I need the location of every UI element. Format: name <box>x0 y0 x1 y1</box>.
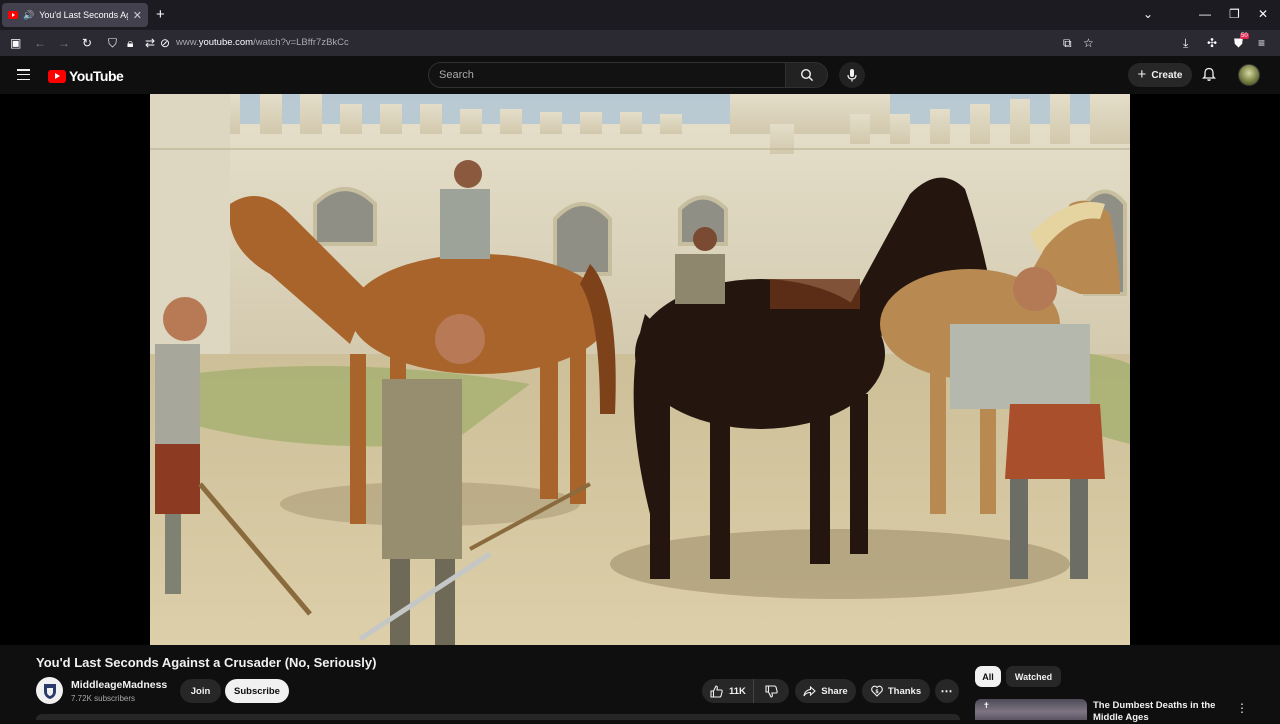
app-menu-icon[interactable]: ≡ <box>1258 36 1265 50</box>
permissions-icon[interactable]: ⇄ <box>145 36 155 50</box>
comment-area-edge <box>36 714 960 720</box>
join-label: Join <box>190 685 211 697</box>
subscribe-label: Subscribe <box>234 685 280 697</box>
channel-crest-icon <box>43 683 56 699</box>
extensions-icon[interactable]: ✣ <box>1207 36 1217 50</box>
video-player[interactable] <box>0 94 1280 645</box>
recommended-menu-icon[interactable]: ⋮ <box>1236 701 1248 715</box>
share-button[interactable]: Share <box>795 679 856 703</box>
search-icon <box>800 68 813 82</box>
browser-nav-bar: ▣ ← → ↻ ⛉ 🔒︎ ⇄ ⊘ www.youtube.com/watch?v… <box>0 30 1280 56</box>
video-frame[interactable] <box>150 94 1130 645</box>
account-avatar[interactable] <box>1238 64 1260 86</box>
restore-icon[interactable]: ❐ <box>1229 7 1240 21</box>
lock-icon[interactable]: 🔒︎ <box>127 36 133 50</box>
thanks-button[interactable]: $ Thanks <box>862 679 930 703</box>
youtube-logo[interactable]: YouTube <box>48 68 124 84</box>
join-button[interactable]: Join <box>180 679 221 703</box>
share-label: Share <box>821 685 848 697</box>
chip-all[interactable]: All <box>975 666 1001 687</box>
dislike-button[interactable] <box>754 684 789 698</box>
thumbs-down-icon <box>765 684 778 698</box>
channel-name[interactable]: MiddleageMadness <box>71 679 167 691</box>
create-label: Create <box>1151 69 1183 81</box>
chip-all-label: All <box>982 671 994 682</box>
tracking-shield-icon[interactable]: ⛉ <box>108 36 117 50</box>
youtube-header: YouTube + Create <box>0 56 1280 94</box>
thanks-heart-icon: $ <box>871 685 883 697</box>
guide-menu-icon[interactable] <box>17 69 30 80</box>
create-button[interactable]: + Create <box>1128 63 1192 87</box>
new-tab-button[interactable]: + <box>156 6 165 23</box>
url-path: /watch?v=LBffr7zBkCc <box>253 37 349 48</box>
like-dislike-group: 11K <box>702 679 789 703</box>
recommended-title[interactable]: The Dumbest Deaths in the Middle Ages <box>1093 700 1223 724</box>
close-window-icon[interactable]: ✕ <box>1258 7 1268 21</box>
back-icon[interactable]: ← <box>34 36 46 50</box>
reload-icon[interactable]: ↻ <box>82 36 92 50</box>
address-bar[interactable]: www.youtube.com/watch?v=LBffr7zBkCc <box>176 37 349 48</box>
voice-search-button[interactable] <box>839 62 865 88</box>
notifications-bell-icon[interactable] <box>1202 67 1216 82</box>
chip-watched-label: Watched <box>1014 671 1053 682</box>
more-actions-button[interactable]: ⋯ <box>935 679 959 703</box>
sidebar-toggle-icon[interactable]: ▣ <box>10 36 21 50</box>
more-horizontal-icon: ⋯ <box>940 684 954 698</box>
search-button[interactable] <box>786 62 828 88</box>
minimize-icon[interactable]: — <box>1199 7 1211 21</box>
channel-avatar[interactable] <box>36 677 63 704</box>
search-box <box>428 62 786 88</box>
youtube-favicon-icon <box>8 11 18 19</box>
share-arrow-icon <box>803 685 817 696</box>
autoplay-blocked-icon[interactable]: ⊘ <box>160 36 170 50</box>
thumbs-up-icon <box>710 684 723 698</box>
extension-badge: 50 <box>1240 33 1249 39</box>
thanks-label: Thanks <box>887 685 922 697</box>
youtube-wordmark: YouTube <box>69 68 124 84</box>
plus-icon: + <box>1137 66 1147 83</box>
browser-tab[interactable]: 🔊 You'd Last Seconds Against ✕ <box>2 3 148 27</box>
url-prefix: www. <box>176 37 199 48</box>
recommended-thumbnail[interactable]: ✝ <box>975 699 1087 720</box>
svg-text:$: $ <box>875 689 879 695</box>
tab-title: You'd Last Seconds Against <box>39 10 128 20</box>
pin-icon: ✝ <box>983 701 990 710</box>
like-count: 11K <box>729 685 746 697</box>
subscriber-count: 7.72K subscribers <box>71 694 136 703</box>
close-tab-icon[interactable]: ✕ <box>133 9 142 22</box>
tab-list-chevron-icon[interactable]: ⌄ <box>1143 7 1153 21</box>
video-title: You'd Last Seconds Against a Crusader (N… <box>36 655 377 670</box>
chip-watched[interactable]: Watched <box>1006 666 1061 687</box>
downloads-icon[interactable]: ⤓ <box>1183 36 1188 50</box>
subscribe-button[interactable]: Subscribe <box>225 679 289 703</box>
microphone-icon <box>847 69 857 82</box>
forward-icon[interactable]: → <box>58 36 70 50</box>
video-frame-image <box>150 94 1130 645</box>
like-button[interactable]: 11K <box>702 679 754 703</box>
youtube-play-logo-icon <box>48 69 66 83</box>
search-input[interactable] <box>429 63 785 87</box>
picture-in-picture-icon[interactable]: ⧉ <box>1063 36 1072 50</box>
bookmark-star-icon[interactable]: ☆ <box>1083 36 1094 50</box>
browser-tab-strip: 🔊 You'd Last Seconds Against ✕ + ⌄ — ❐ ✕ <box>0 0 1280 30</box>
speaker-icon[interactable]: 🔊 <box>23 10 34 21</box>
url-domain: youtube.com <box>198 37 254 48</box>
